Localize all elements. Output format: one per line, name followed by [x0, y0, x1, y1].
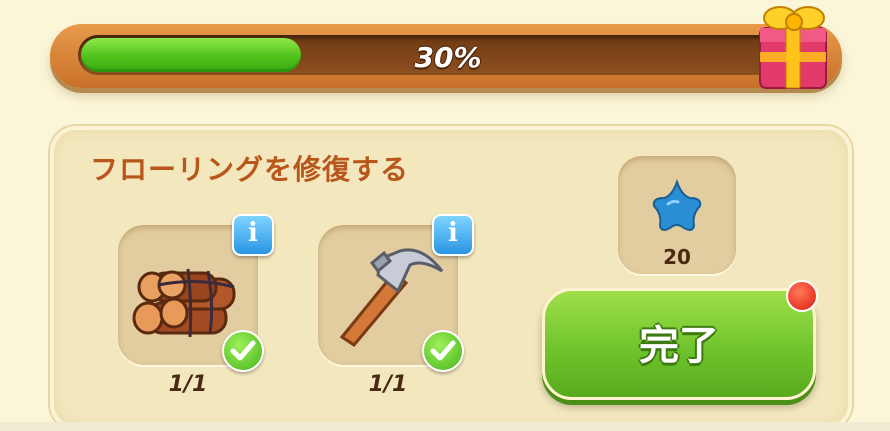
progress-track: 30% — [78, 35, 818, 75]
complete-button-label: 完了 — [639, 323, 719, 369]
task-title: フローリングを修復する — [90, 153, 410, 186]
bottom-divider — [0, 422, 890, 431]
star-icon — [652, 179, 702, 231]
checkmark-icon — [422, 330, 464, 372]
level-progress-bar: 30% — [50, 24, 842, 88]
info-icon[interactable]: i — [232, 214, 274, 256]
info-icon[interactable]: i — [432, 214, 474, 256]
reward-amount: 20 — [663, 245, 691, 269]
checkmark-icon — [222, 330, 264, 372]
notification-dot — [786, 280, 818, 312]
requirement-count: 1/1 — [368, 372, 408, 397]
complete-button[interactable]: 完了 — [542, 288, 816, 400]
progress-percent-label: 30% — [414, 41, 482, 74]
requirement-count: 1/1 — [168, 372, 208, 397]
gift-icon[interactable] — [752, 0, 836, 92]
